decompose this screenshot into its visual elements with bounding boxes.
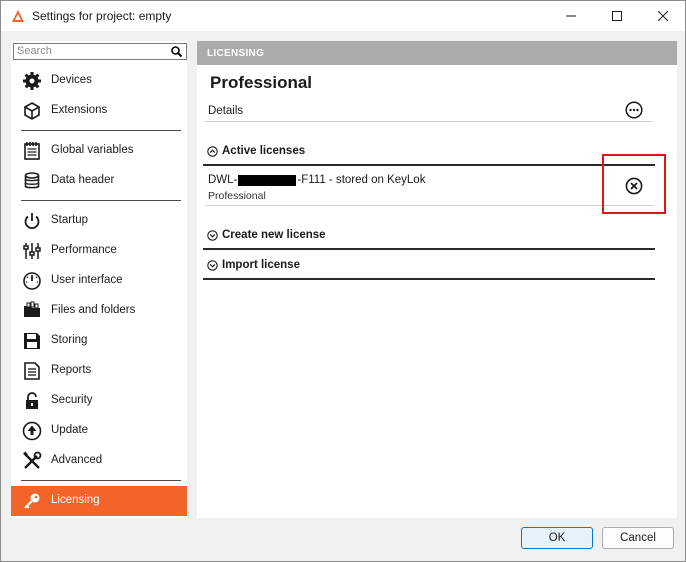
ok-button[interactable]: OK — [521, 527, 593, 549]
floppy-disk-icon — [24, 333, 40, 349]
minimize-icon — [566, 15, 576, 17]
section-label: Active licenses — [222, 145, 306, 157]
section-label: Import license — [222, 259, 300, 271]
sidebar-item-label: Global variables — [51, 144, 134, 156]
chevron-up-icon — [207, 145, 218, 157]
redacted-block — [238, 174, 297, 186]
notepad-icon — [24, 142, 40, 160]
section-label: Create new license — [222, 229, 326, 241]
settings-window: Settings for project: empty Search Devic… — [0, 0, 686, 562]
create-new-license-header[interactable]: Create new license — [207, 229, 326, 241]
title-bar: Settings for project: empty — [1, 1, 685, 31]
details-label: Details — [208, 105, 244, 117]
chevron-down-icon — [207, 229, 218, 241]
license-type: Professional — [208, 190, 266, 202]
sidebar-item-devices[interactable]: Devices — [11, 66, 187, 96]
app-logo-icon — [12, 10, 24, 22]
license-key: DWL- -F111 - stored on KeyLok — [208, 174, 425, 186]
minimize-button[interactable] — [548, 1, 594, 31]
sidebar-item-label: Startup — [51, 214, 89, 226]
sidebar-item-label: Licensing — [51, 494, 100, 506]
licensing-panel: LICENSING Professional Details Active li… — [197, 41, 677, 518]
window-title: Settings for project: empty — [32, 9, 172, 23]
document-icon — [24, 362, 40, 380]
upload-circle-icon — [22, 421, 42, 441]
section-divider — [203, 164, 655, 166]
sidebar-item-extensions[interactable]: Extensions — [11, 96, 187, 126]
license-edition-title: Professional — [210, 73, 313, 92]
sidebar-item-label: Performance — [51, 244, 117, 256]
settings-sidebar: Search Devices Extensions Global variabl… — [11, 41, 187, 518]
database-icon — [24, 172, 40, 189]
search-placeholder: Search — [17, 45, 52, 57]
sidebar-item-label: Storing — [51, 334, 88, 346]
maximize-icon — [612, 11, 622, 21]
sidebar-separator — [21, 200, 181, 201]
close-icon — [658, 11, 668, 21]
more-options-icon[interactable] — [625, 101, 643, 119]
sliders-icon — [23, 243, 41, 259]
active-licenses-header[interactable]: Active licenses — [207, 145, 305, 157]
sidebar-separator — [21, 130, 181, 131]
search-field[interactable]: Search — [13, 43, 187, 60]
panel-header-label: LICENSING — [207, 48, 265, 59]
license-key-prefix: DWL- — [208, 174, 238, 186]
tools-icon — [23, 451, 42, 469]
padlock-icon — [26, 392, 38, 409]
sidebar-item-reports[interactable]: Reports — [11, 356, 187, 386]
section-divider — [203, 248, 655, 250]
license-key-suffix: -F111 - stored on KeyLok — [297, 174, 426, 186]
sidebar-item-label: Update — [51, 424, 89, 436]
cube-icon — [24, 102, 40, 120]
search-icon — [171, 46, 182, 57]
folder-icon — [24, 301, 40, 317]
sidebar-separator — [21, 480, 181, 481]
divider — [205, 205, 653, 206]
sidebar-item-user-interface[interactable]: User interface — [11, 266, 187, 296]
highlight-box — [602, 154, 666, 214]
sidebar-item-global-variables[interactable]: Global variables — [11, 136, 187, 166]
key-icon — [24, 493, 40, 509]
sidebar-item-advanced[interactable]: Advanced — [11, 446, 187, 476]
sidebar-item-label: Files and folders — [51, 304, 136, 316]
sidebar-item-security[interactable]: Security — [11, 386, 187, 416]
sidebar-item-update[interactable]: Update — [11, 416, 187, 446]
import-license-header[interactable]: Import license — [207, 259, 300, 271]
section-divider — [203, 278, 655, 280]
maximize-button[interactable] — [594, 1, 640, 31]
sidebar-item-label: Security — [51, 394, 93, 406]
sidebar-item-label: Devices — [51, 74, 92, 86]
close-button[interactable] — [640, 1, 686, 31]
sidebar-item-label: User interface — [51, 274, 123, 286]
sidebar-item-label: Data header — [51, 174, 115, 186]
sidebar-item-files-and-folders[interactable]: Files and folders — [11, 296, 187, 326]
chevron-down-icon — [207, 259, 218, 271]
power-icon — [24, 213, 40, 230]
gear-icon — [23, 72, 41, 90]
cancel-button[interactable]: Cancel — [602, 527, 674, 549]
panel-header: LICENSING — [197, 41, 677, 65]
sidebar-item-data-header[interactable]: Data header — [11, 166, 187, 196]
divider — [205, 121, 653, 122]
sidebar-item-storing[interactable]: Storing — [11, 326, 187, 356]
sidebar-item-label: Advanced — [51, 454, 103, 466]
sidebar-item-performance[interactable]: Performance — [11, 236, 187, 266]
sidebar-item-startup[interactable]: Startup — [11, 206, 187, 236]
sidebar-item-label: Extensions — [51, 104, 108, 116]
sidebar-item-licensing[interactable]: Licensing — [11, 486, 187, 516]
sidebar-item-label: Reports — [51, 364, 92, 376]
gauge-icon — [23, 272, 41, 290]
